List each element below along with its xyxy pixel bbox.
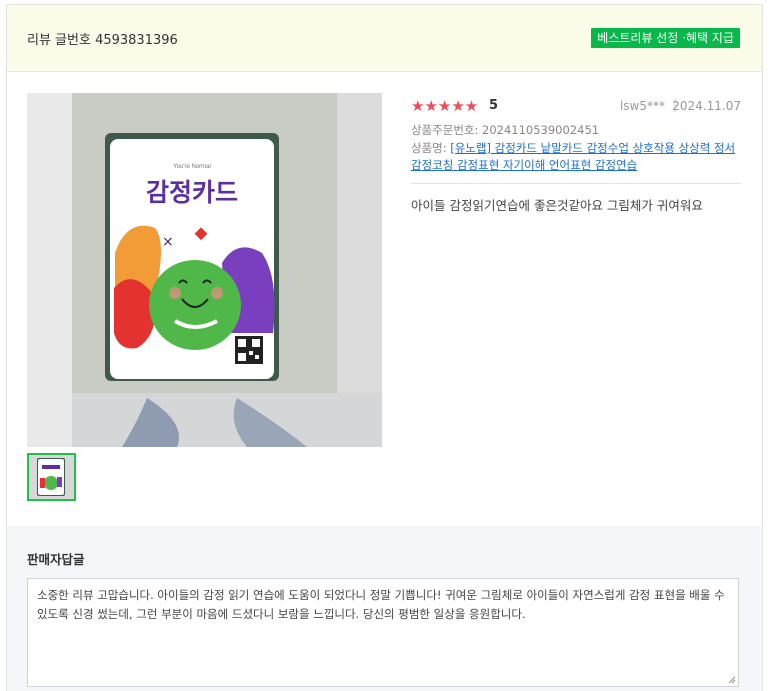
- thumbnail-image: [29, 455, 74, 499]
- seller-reply-section: 판매자답글 소중한 리뷰 고맙습니다. 아이들의 감정 읽기 연습에 도움이 되…: [7, 526, 762, 691]
- review-author: lsw5***: [619, 99, 665, 113]
- rating-row: ★★★★★ 5 lsw5*** | 2024.11.07: [411, 97, 741, 117]
- svg-text:×: ×: [162, 234, 174, 250]
- review-card: 리뷰 글번호 4593831396 베스트리뷰 선정 ·혜택 지급 You're…: [6, 4, 763, 691]
- review-photo[interactable]: You're Normal 감정카드 × 활용법 QR: [27, 93, 382, 447]
- photo-thumbnail[interactable]: [27, 453, 76, 501]
- best-review-badge: 베스트리뷰 선정 ·혜택 지급: [591, 28, 740, 48]
- review-body: 아이들 감정읽기연습에 좋은것같아요 그림체가 귀여워요: [411, 198, 703, 213]
- card-qr-label: 활용법 QR: [235, 323, 262, 331]
- resize-handle-icon[interactable]: [728, 676, 736, 684]
- review-id: 리뷰 글번호 4593831396: [27, 33, 178, 48]
- seller-reply-title: 판매자답글: [27, 552, 85, 567]
- order-number: 상품주문번호: 2024110539002451: [411, 123, 600, 137]
- product-info: 상품명: [유노랩] 감정카드 낱말카드 감정수업 상호작용 상상력 정서 감정…: [411, 140, 743, 174]
- card-subtitle: You're Normal: [173, 164, 211, 170]
- rating-score: 5: [489, 98, 499, 113]
- card-title: 감정카드: [146, 178, 238, 207]
- review-photo-image: You're Normal 감정카드 × 활용법 QR: [27, 93, 382, 447]
- seller-reply-textarea[interactable]: 소중한 리뷰 고맙습니다. 아이들의 감정 읽기 연습에 도움이 되었다니 정말…: [27, 578, 739, 687]
- star-rating-icon: ★★★★★: [411, 97, 479, 115]
- product-link[interactable]: [유노랩] 감정카드 낱말카드 감정수업 상호작용 상상력 정서 감정코칭 감정…: [411, 141, 735, 172]
- divider: [411, 183, 741, 184]
- review-date: 2024.11.07: [672, 99, 741, 113]
- seller-reply-text: 소중한 리뷰 고맙습니다. 아이들의 감정 읽기 연습에 도움이 되었다니 정말…: [37, 588, 725, 621]
- review-header: 리뷰 글번호 4593831396 베스트리뷰 선정 ·혜택 지급: [7, 5, 762, 72]
- product-label: 상품명:: [411, 141, 447, 155]
